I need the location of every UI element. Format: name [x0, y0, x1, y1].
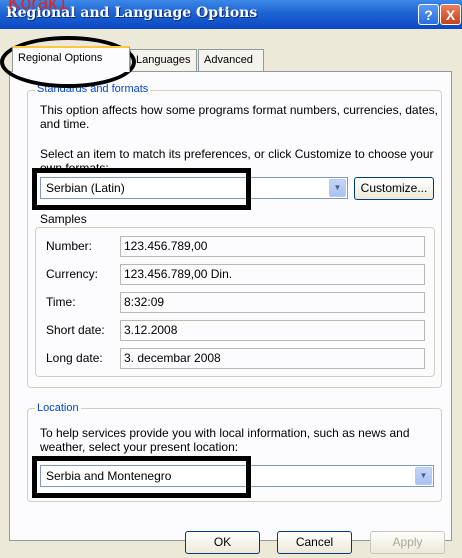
location-description: To help services provide you with local …: [40, 426, 410, 454]
samples-heading: Samples: [40, 212, 87, 226]
tab-languages[interactable]: Languages: [130, 49, 197, 71]
sample-value-long-date: 3. decembar 2008: [120, 348, 425, 369]
location-highlight-box: [32, 456, 251, 498]
sample-label-number: Number:: [46, 239, 93, 253]
ok-button[interactable]: OK: [185, 531, 260, 554]
tab-regional-options[interactable]: Regional Options: [12, 46, 130, 72]
step-annotation-label: Korak1: [8, 0, 69, 14]
close-button[interactable]: X: [440, 4, 461, 25]
standards-description: This option affects how some programs fo…: [40, 103, 438, 131]
sample-value-short-date: 3.12.2008: [120, 320, 425, 341]
chevron-down-icon[interactable]: ▼: [329, 179, 346, 197]
chevron-down-icon[interactable]: ▼: [415, 467, 432, 485]
sample-label-short-date: Short date:: [46, 323, 105, 337]
format-highlight-box: [32, 168, 251, 210]
sample-label-currency: Currency:: [46, 267, 99, 281]
customize-button[interactable]: Customize...: [354, 177, 434, 200]
sample-label-long-date: Long date:: [46, 351, 103, 365]
sample-value-currency: 123.456.789,00 Din.: [120, 264, 425, 285]
location-legend: Location: [35, 402, 81, 414]
tab-advanced[interactable]: Advanced: [198, 49, 264, 71]
sample-value-number: 123.456.789,00: [120, 236, 425, 257]
help-button[interactable]: ?: [418, 4, 439, 25]
apply-button[interactable]: Apply: [370, 531, 445, 554]
cancel-button[interactable]: Cancel: [277, 531, 352, 554]
sample-label-time: Time:: [46, 295, 76, 309]
sample-value-time: 8:32:09: [120, 292, 425, 313]
